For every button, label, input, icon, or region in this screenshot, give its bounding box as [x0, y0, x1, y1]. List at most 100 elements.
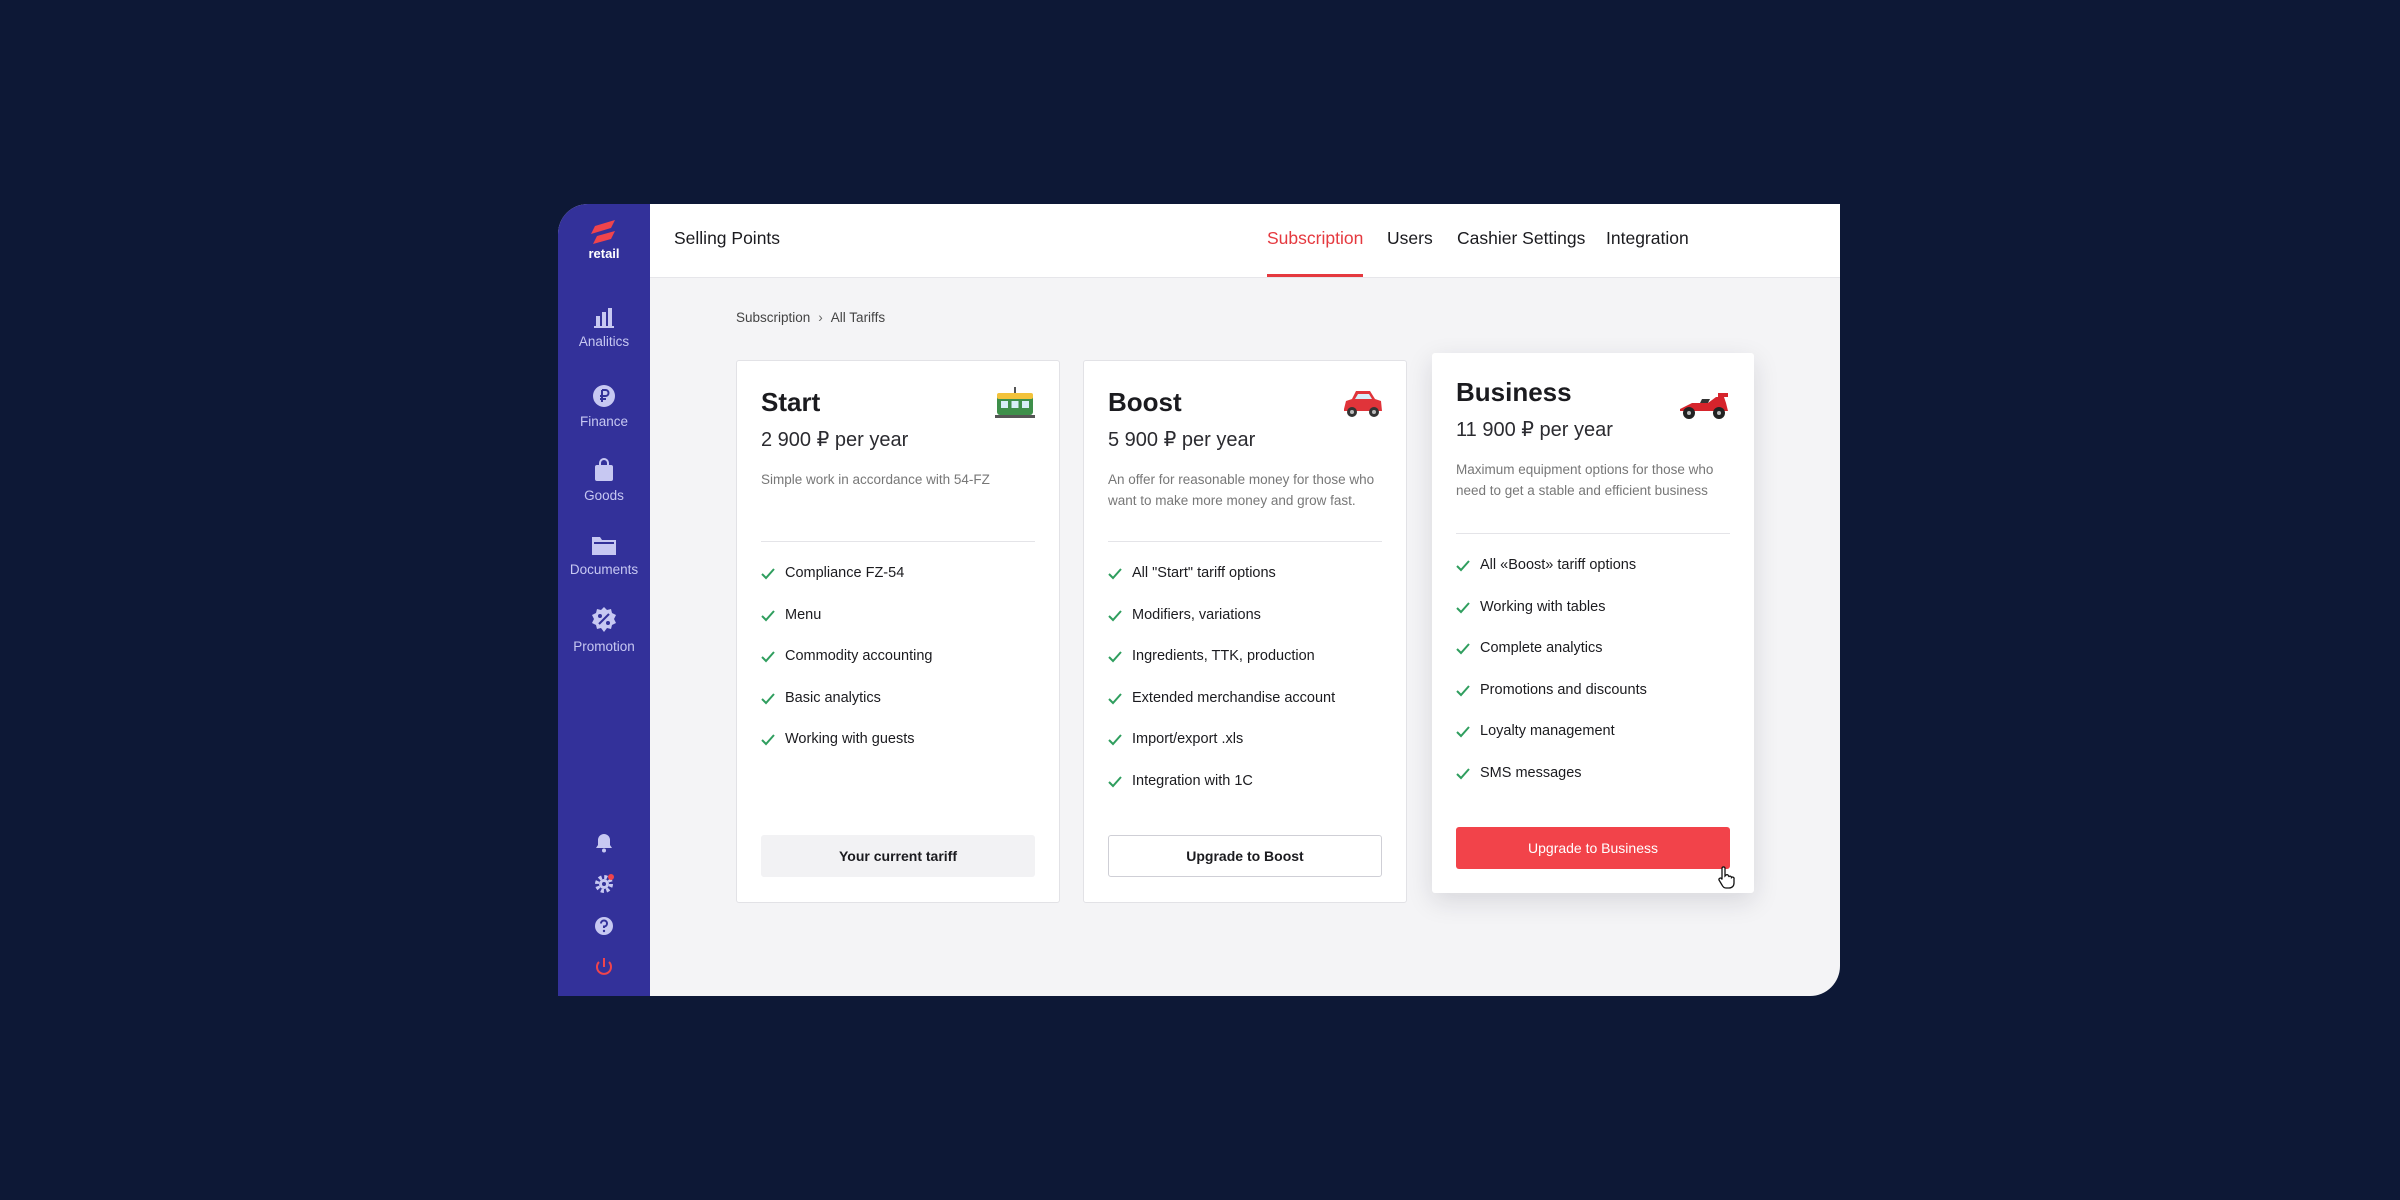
- sidebar-item-analitics[interactable]: Analitics: [558, 308, 650, 370]
- feature-item: Modifiers, variations: [1108, 607, 1335, 649]
- plan-price: 5 900 ₽ per year: [1108, 429, 1256, 451]
- feature-label: Compliance FZ-54: [785, 565, 905, 581]
- plan-description: Simple work in accordance with 54-FZ: [761, 472, 990, 487]
- feature-item: Commodity accounting: [761, 648, 933, 690]
- feature-label: Complete analytics: [1480, 640, 1603, 656]
- tab-subscription[interactable]: Subscription: [1267, 228, 1363, 249]
- folder-icon: [592, 537, 616, 555]
- sidebar-item-documents[interactable]: Documents: [558, 534, 650, 596]
- sidebar: retail Analitics Finance Goods Documents…: [558, 204, 650, 996]
- brand-name: retail: [588, 246, 620, 261]
- breadcrumb-current: All Tariffs: [830, 310, 886, 325]
- feature-item: Compliance FZ-54: [761, 565, 933, 607]
- top-nav: Selling Points Subscription Users Cashie…: [650, 204, 1840, 278]
- help-icon[interactable]: [593, 915, 615, 937]
- plan-title: Start: [761, 387, 821, 417]
- feature-label: SMS messages: [1480, 764, 1582, 781]
- sidebar-item-promotion[interactable]: Promotion: [558, 607, 650, 669]
- feature-label: Import/export .xls: [1132, 731, 1244, 747]
- current-tariff-button[interactable]: Your current tariff: [761, 835, 1035, 877]
- feature-item: Complete analytics: [1456, 640, 1647, 682]
- ruble-coin-icon: [593, 385, 615, 407]
- feature-label: Working with tables: [1480, 598, 1606, 615]
- feature-label: All «Boost» tariff options: [1480, 557, 1637, 573]
- card-divider: [761, 541, 1035, 542]
- sidebar-item-label: Goods: [584, 488, 624, 503]
- feature-item: Menu: [761, 607, 933, 649]
- tab-users[interactable]: Users: [1387, 228, 1433, 249]
- check-icon: [1456, 767, 1470, 779]
- check-icon: [1456, 726, 1470, 738]
- feature-item: Working with guests: [761, 731, 933, 773]
- feature-label: Loyalty management: [1480, 723, 1615, 739]
- feature-item: All «Boost» tariff options: [1456, 557, 1647, 599]
- tab-cashier-settings[interactable]: Cashier Settings: [1457, 228, 1585, 249]
- retail-logo-icon: [591, 220, 615, 244]
- plan-price: 2 900 ₽ per year: [761, 429, 909, 451]
- plan-card-business: Business 11 900 ₽ per year Maximum equip…: [1432, 353, 1754, 893]
- check-icon: [1108, 568, 1122, 580]
- check-icon: [1108, 609, 1122, 621]
- sidebar-item-goods[interactable]: Goods: [558, 458, 650, 520]
- plan-description: Maximum equipment options for those who …: [1456, 462, 1714, 498]
- plan-title: Boost: [1108, 387, 1182, 417]
- check-icon: [1456, 601, 1470, 613]
- plan-price: 11 900 ₽ per year: [1456, 419, 1613, 441]
- check-icon: [761, 692, 775, 704]
- feature-label: Menu: [785, 606, 822, 623]
- feature-list: All "Start" tariff options Modifiers, va…: [1108, 565, 1335, 814]
- bar-chart-icon: [594, 308, 614, 328]
- check-icon: [761, 568, 775, 580]
- bell-icon[interactable]: [593, 832, 615, 854]
- check-icon: [1108, 775, 1122, 787]
- plan-description: An offer for reasonable money for those …: [1108, 472, 1375, 508]
- feature-label: Modifiers, variations: [1132, 606, 1261, 623]
- power-icon[interactable]: [593, 956, 615, 978]
- feature-label: Working with guests: [785, 731, 915, 747]
- active-tab-indicator: [1267, 274, 1363, 277]
- check-icon: [761, 609, 775, 621]
- feature-label: Commodity accounting: [785, 648, 933, 664]
- feature-list: All «Boost» tariff options Working with …: [1456, 557, 1647, 806]
- feature-item: SMS messages: [1456, 765, 1647, 807]
- card-divider: [1108, 541, 1382, 542]
- plan-title: Business: [1456, 377, 1572, 407]
- sidebar-item-label: Finance: [579, 414, 629, 429]
- feature-item: Loyalty management: [1456, 723, 1647, 765]
- check-icon: [761, 734, 775, 746]
- feature-item: Promotions and discounts: [1456, 682, 1647, 724]
- feature-item: Working with tables: [1456, 599, 1647, 641]
- breadcrumb-separator: ›: [818, 310, 823, 325]
- feature-item: All "Start" tariff options: [1108, 565, 1335, 607]
- brand-logo[interactable]: retail: [558, 218, 650, 261]
- sidebar-item-finance[interactable]: Finance: [558, 384, 650, 446]
- feature-label: Basic analytics: [785, 689, 881, 706]
- shopping-bag-icon: [595, 458, 613, 481]
- plan-card-start: Start 2 900 ₽ per year Simple work in ac…: [736, 360, 1060, 903]
- feature-item: Import/export .xls: [1108, 731, 1335, 773]
- check-icon: [761, 651, 775, 663]
- feature-label: Integration with 1C: [1132, 772, 1253, 789]
- breadcrumb: Subscription › All Tariffs: [736, 310, 885, 325]
- gear-icon[interactable]: [593, 873, 615, 895]
- feature-label: Ingredients, TTK, production: [1132, 648, 1315, 664]
- check-icon: [1456, 643, 1470, 655]
- race-car-icon: [1680, 393, 1728, 419]
- check-icon: [1456, 684, 1470, 696]
- hand-cursor-icon: [1718, 866, 1735, 889]
- upgrade-to-business-button[interactable]: Upgrade to Business: [1456, 827, 1730, 869]
- sidebar-item-label: Analitics: [578, 334, 630, 349]
- tab-selling-points[interactable]: Selling Points: [674, 228, 780, 249]
- sidebar-item-label: Documents: [569, 562, 639, 577]
- tab-integration[interactable]: Integration: [1606, 228, 1689, 249]
- app-window: retail Analitics Finance Goods Documents…: [558, 204, 1840, 996]
- check-icon: [1456, 560, 1470, 572]
- feature-item: Extended merchandise account: [1108, 690, 1335, 732]
- check-icon: [1108, 734, 1122, 746]
- check-icon: [1108, 692, 1122, 704]
- plan-card-boost: Boost 5 900 ₽ per year An offer for reas…: [1083, 360, 1407, 903]
- upgrade-to-boost-button[interactable]: Upgrade to Boost: [1108, 835, 1382, 877]
- feature-item: Ingredients, TTK, production: [1108, 648, 1335, 690]
- feature-label: Promotions and discounts: [1480, 681, 1647, 698]
- breadcrumb-parent[interactable]: Subscription: [736, 310, 810, 325]
